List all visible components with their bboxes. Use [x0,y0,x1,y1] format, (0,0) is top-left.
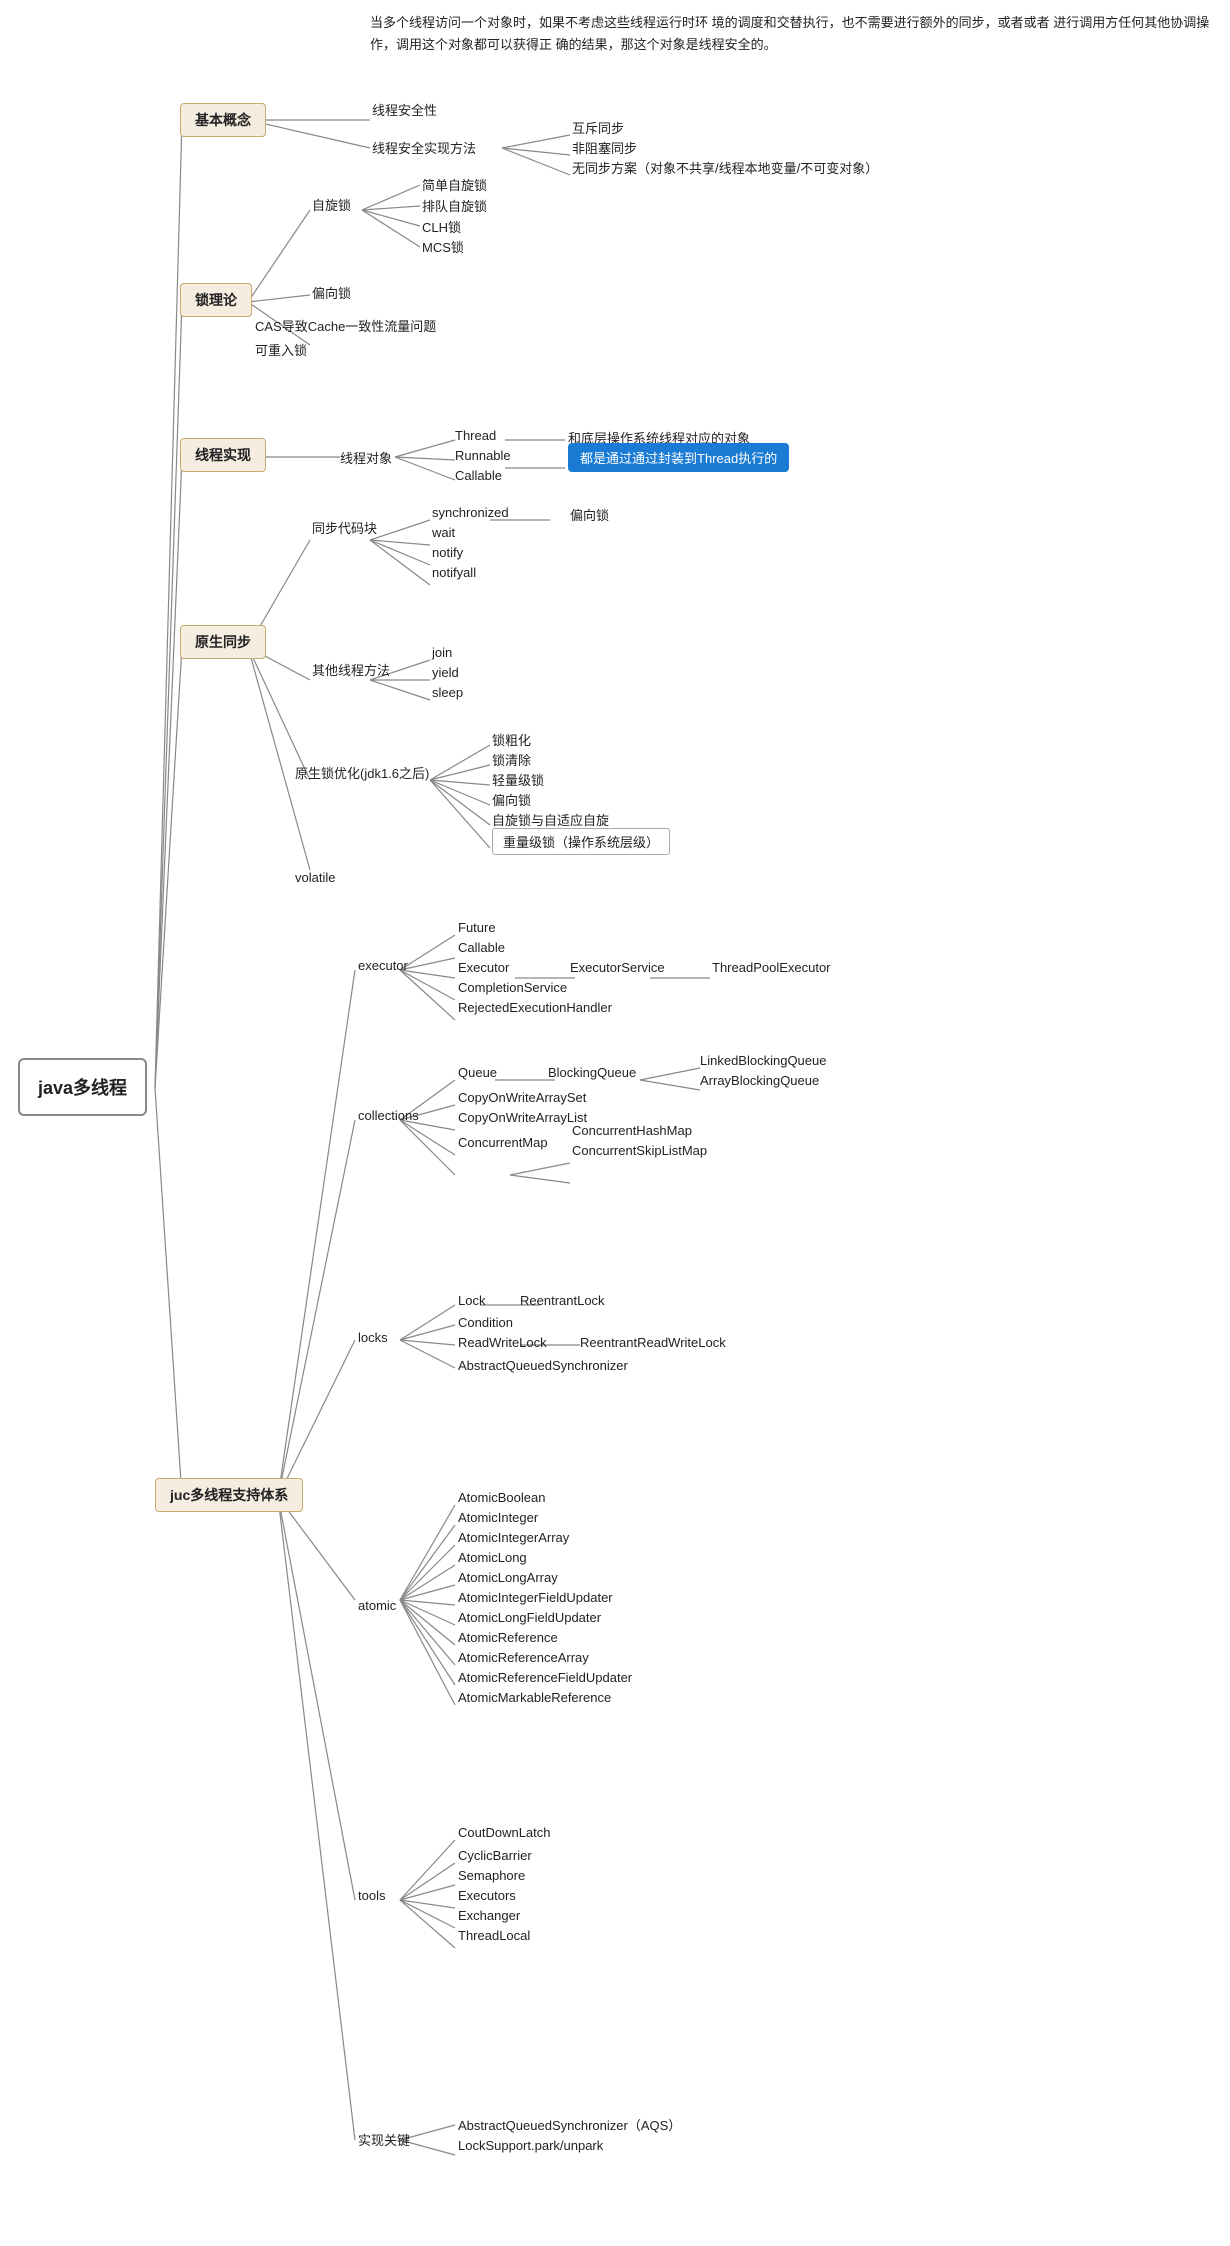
atomicboolean-class: AtomicBoolean [458,1490,545,1505]
cyclicbarrier-class: CyclicBarrier [458,1848,532,1863]
executors-class: Executors [458,1888,516,1903]
tools-label: tools [358,1888,385,1903]
cat-juc: juc多线程支持体系 [155,1478,303,1512]
queue-spinlock: 排队自旋锁 [422,196,487,215]
mcs-lock: MCS锁 [422,237,464,256]
spinlock-label: 自旋锁 [312,195,351,214]
atomiclong-class: AtomicLong [458,1550,527,1565]
arrayblockingqueue-class: ArrayBlockingQueue [700,1073,819,1088]
simple-spinlock: 简单自旋锁 [422,175,487,194]
sync-biased: 偏向锁 [570,505,609,524]
thread-safety-description: 当多个线程访问一个对象时，如果不考虑这些线程运行时环 境的调度和交替执行，也不需… [370,12,1230,56]
atomiclongfieldupdater-class: AtomicLongFieldUpdater [458,1610,601,1625]
thread-encapsulation-highlight: 都是通过通过封装到Thread执行的 [568,443,789,472]
rejectedexecution-class: RejectedExecutionHandler [458,1000,612,1015]
executor-class: Executor [458,960,509,975]
exchanger-class: Exchanger [458,1908,520,1923]
sync-block-label: 同步代码块 [312,518,377,537]
atomicreferencearray-class: AtomicReferenceArray [458,1650,589,1665]
condition-class: Condition [458,1315,513,1330]
atomicintegerarray-class: AtomicIntegerArray [458,1530,569,1545]
cas-cache: CAS导致Cache一致性流量问题 [255,316,436,335]
executorservice-class: ExecutorService [570,960,665,975]
no-sync: 无同步方案（对象不共享/线程本地变量/不可变对象） [572,158,878,177]
collections-label: collections [358,1108,419,1123]
concurrenthashmap-class: ConcurrentHashMap [572,1123,692,1138]
countdownlatch-class: CoutDownLatch [458,1825,551,1840]
notifyall-method: notifyall [432,565,476,580]
root-node: java多线程 [18,1058,147,1116]
native-lock-opt: 原生锁优化(jdk1.6之后) [295,763,429,782]
mindmap-container: 当多个线程访问一个对象时，如果不考虑这些线程运行时环 境的调度和交替执行，也不需… [0,0,1230,2246]
reentrantreadwritelock-class: ReentrantReadWriteLock [580,1335,726,1350]
concurrentmap-class: ConcurrentMap [458,1135,548,1150]
completionservice-class: CompletionService [458,980,567,995]
clh-lock: CLH锁 [422,217,461,236]
future-class: Future [458,920,496,935]
yield-method: yield [432,665,459,680]
thread-safety-impl-label: 线程安全实现方法 [372,138,476,157]
threadpoolexecutor-class: ThreadPoolExecutor [712,960,831,975]
locksupport-class: LockSupport.park/unpark [458,2138,603,2153]
reentrantlock-class: ReentrantLock [520,1293,605,1308]
lock-coarsen: 锁粗化 [492,730,531,749]
aqs-class: AbstractQueuedSynchronizer（AQS） [458,2115,681,2134]
mutex-sync: 互斥同步 [572,118,624,137]
sleep-method: sleep [432,685,463,700]
callable-juc: Callable [458,940,505,955]
abstractqueuedsynchronizer-class: AbstractQueuedSynchronizer [458,1358,628,1373]
callable-class: Callable [455,468,502,483]
threadlocal-class: ThreadLocal [458,1928,530,1943]
join-method: join [432,645,452,660]
volatile-kw: volatile [295,870,335,885]
reentrant-lock-theory: 可重入锁 [255,340,307,359]
wait-method: wait [432,525,455,540]
atomiclongarray-class: AtomicLongArray [458,1570,558,1585]
cat-basic: 基本概念 [180,103,266,137]
lock-interface: Lock [458,1293,485,1308]
atomicreferencefield-class: AtomicReferenceFieldUpdater [458,1670,632,1685]
biased-lock-theory: 偏向锁 [312,283,351,302]
nonblocking-sync: 非阻塞同步 [572,138,637,157]
thread-object-label: 线程对象 [340,448,392,467]
linkedblockingqueue-class: LinkedBlockingQueue [700,1053,826,1068]
copyonwritearraylist-class: CopyOnWriteArrayList [458,1110,587,1125]
notify-method: notify [432,545,463,560]
biased-lock-opt: 偏向锁 [492,790,531,809]
atomicmarkablereference-class: AtomicMarkableReference [458,1690,611,1705]
adaptive-spin: 自旋锁与自适应自旋 [492,810,609,829]
executor-label: executor [358,958,408,973]
lightweight-lock: 轻量级锁 [492,770,544,789]
atomic-label: atomic [358,1598,396,1613]
atomicinteger-class: AtomicInteger [458,1510,538,1525]
cat-thread: 线程实现 [180,438,266,472]
locks-label: locks [358,1330,388,1345]
semaphore-class: Semaphore [458,1868,525,1883]
other-thread-methods: 其他线程方法 [312,660,390,679]
concurrentskiplistmap-class: ConcurrentSkipListMap [572,1143,707,1158]
queue-class: Queue [458,1065,497,1080]
lock-elim: 锁清除 [492,750,531,769]
runnable-class: Runnable [455,448,511,463]
blockingqueue-class: BlockingQueue [548,1065,636,1080]
cat-native: 原生同步 [180,625,266,659]
atomicreference-class: AtomicReference [458,1630,558,1645]
copyonwritearrayset-class: CopyOnWriteArraySet [458,1090,586,1105]
heavy-lock: 重量级锁（操作系统层级） [492,828,670,855]
atomicintegerfieldupdater-class: AtomicIntegerFieldUpdater [458,1590,613,1605]
synchronized-kw: synchronized [432,505,509,520]
impl-key-label: 实现关键 [358,2130,410,2149]
readwritelock-class: ReadWriteLock [458,1335,547,1350]
thread-class: Thread [455,428,496,443]
thread-safety-label: 线程安全性 [372,100,437,119]
cat-lock: 锁理论 [180,283,252,317]
